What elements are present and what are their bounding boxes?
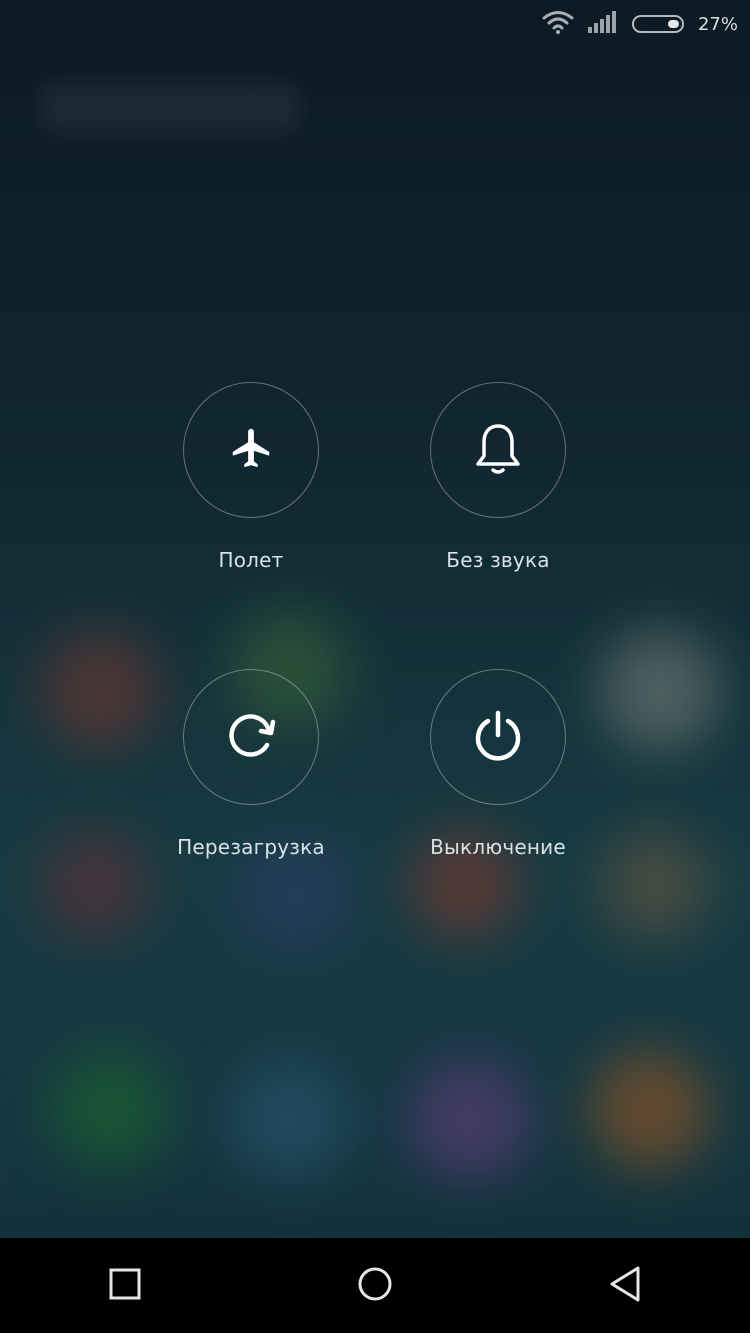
silent-mode-circle[interactable]	[430, 382, 566, 518]
home-icon	[356, 1265, 394, 1307]
home-button[interactable]	[335, 1246, 415, 1326]
navigation-bar	[0, 1238, 750, 1333]
airplane-mode-button[interactable]: Полет	[151, 382, 351, 572]
silent-mode-label: Без звука	[446, 548, 550, 572]
power-icon	[470, 707, 526, 767]
bell-icon	[473, 420, 523, 480]
airplane-mode-label: Полет	[218, 548, 284, 572]
power-off-label: Выключение	[430, 835, 566, 859]
back-icon	[607, 1265, 643, 1307]
back-button[interactable]	[585, 1246, 665, 1326]
silent-mode-button[interactable]: Без звука	[398, 382, 598, 572]
power-off-button[interactable]: Выключение	[398, 669, 598, 859]
airplane-icon	[228, 425, 274, 475]
reboot-button[interactable]: Перезагрузка	[151, 669, 351, 859]
reboot-label: Перезагрузка	[177, 835, 325, 859]
recent-apps-button[interactable]	[85, 1246, 165, 1326]
refresh-icon	[223, 707, 279, 767]
power-menu: Полет Без звука Перезагрузка Выключение	[0, 0, 750, 1333]
airplane-mode-circle[interactable]	[183, 382, 319, 518]
power-off-circle[interactable]	[430, 669, 566, 805]
reboot-circle[interactable]	[183, 669, 319, 805]
recent-apps-icon	[108, 1267, 142, 1305]
